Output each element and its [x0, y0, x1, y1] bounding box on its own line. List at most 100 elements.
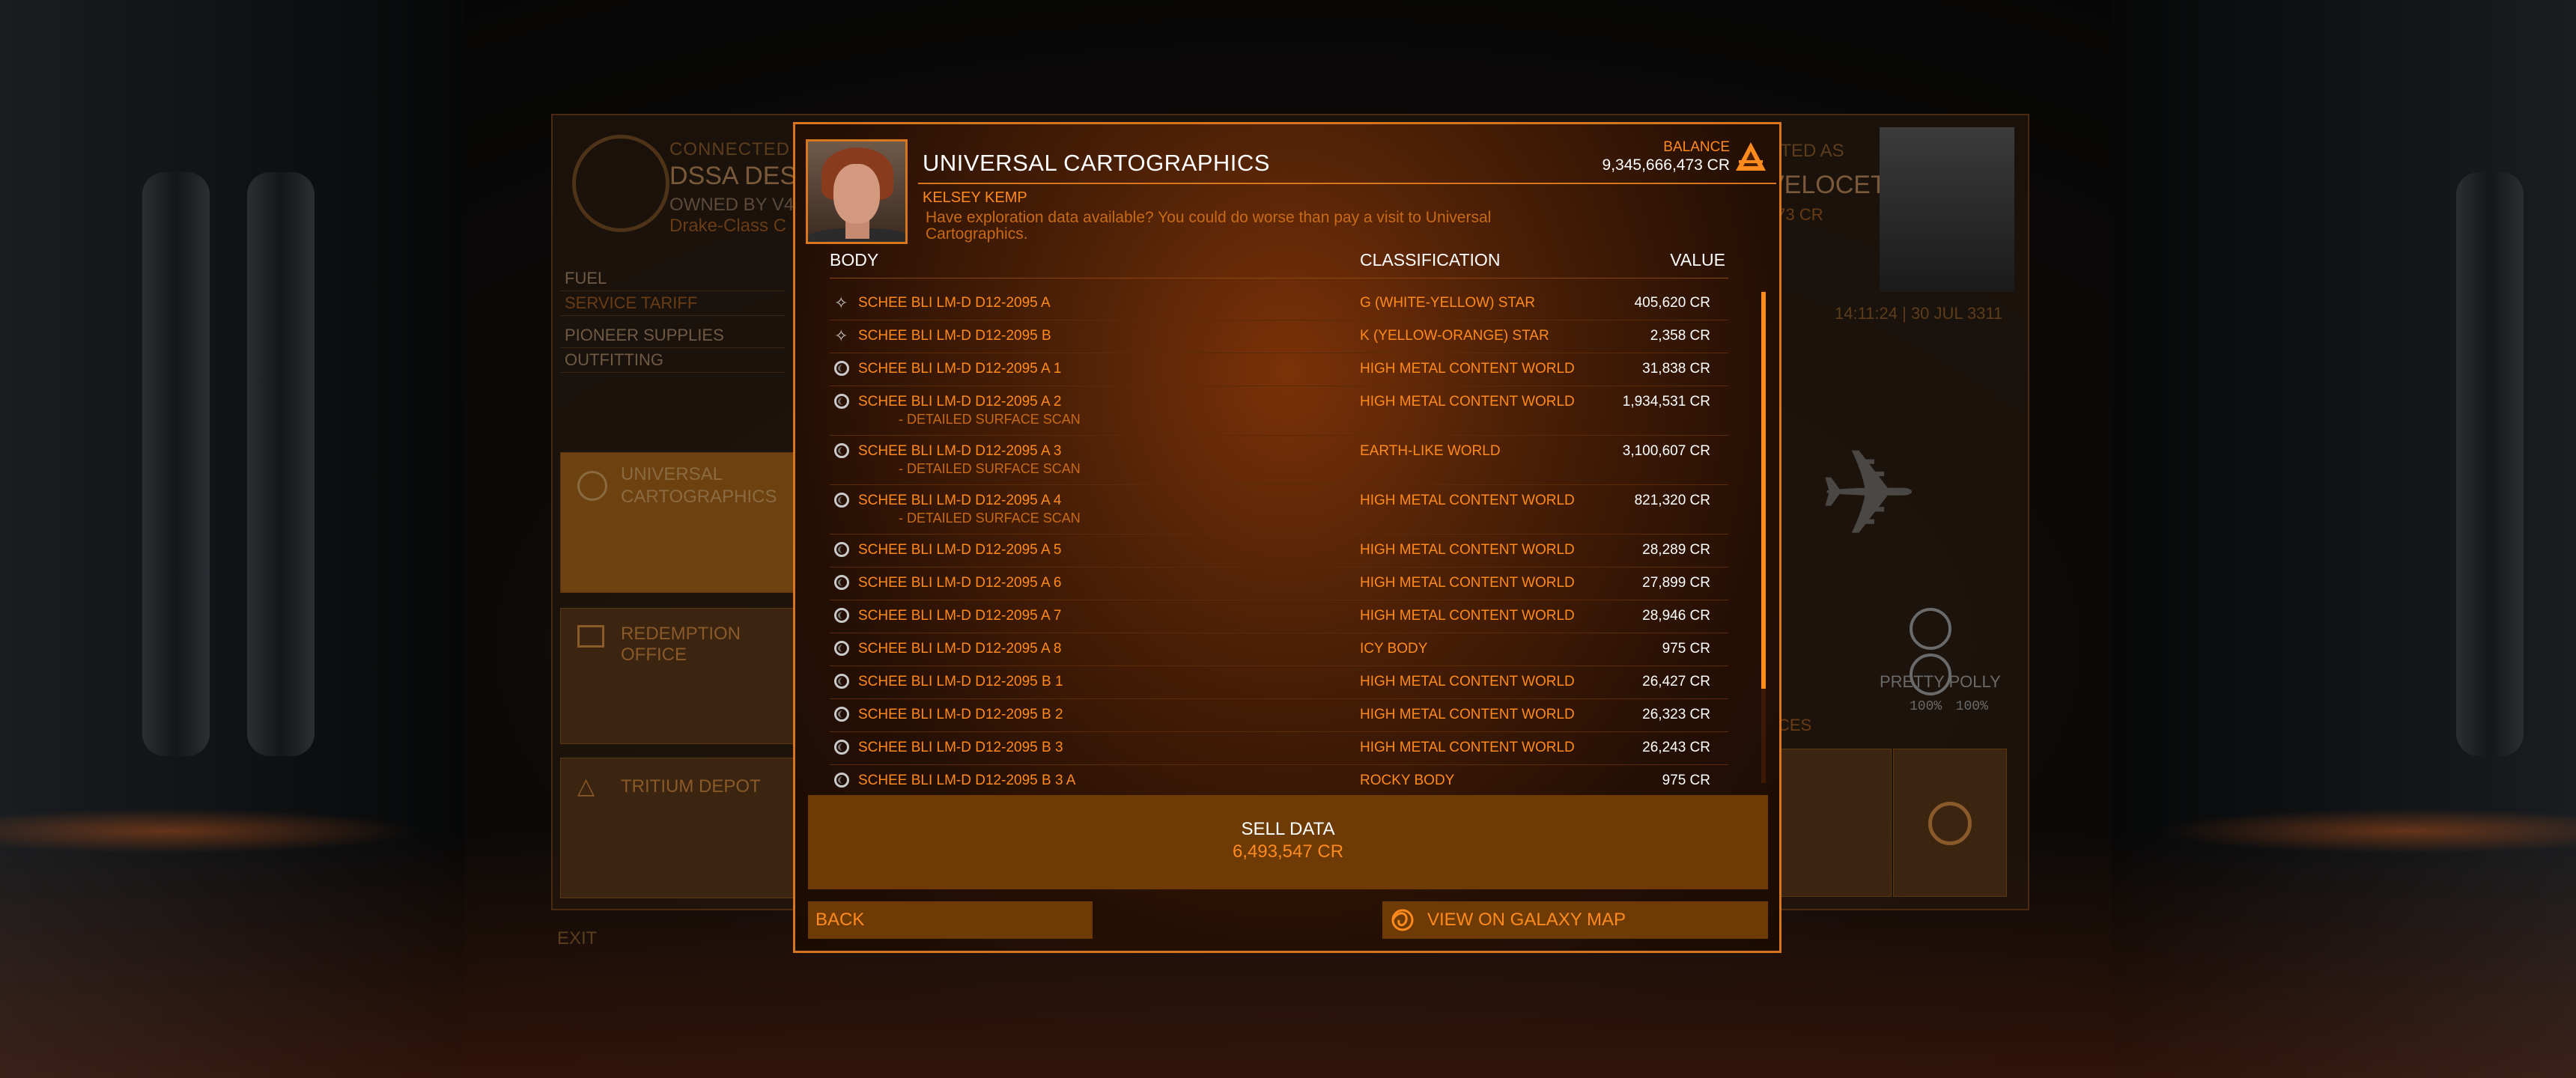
- sell-data-value: 6,493,547 CR: [1232, 841, 1344, 862]
- sell-data-button[interactable]: SELL DATA 6,493,547 CR: [808, 795, 1768, 889]
- planet-icon: [834, 575, 851, 591]
- table-row[interactable]: SCHEE BLI LM-D D12-2095 B 3 HIGH METAL CO…: [830, 732, 1728, 765]
- ship-hologram-icon: ✈: [1817, 427, 1919, 561]
- table-row[interactable]: SCHEE BLI LM-D D12-2095 A 5 HIGH METAL CO…: [830, 535, 1728, 567]
- planet-icon: [834, 707, 851, 723]
- body-value: 821,320 CR: [1634, 493, 1710, 508]
- table-row[interactable]: ✧ SCHEE BLI LM-D D12-2095 A G (WHITE-YELLO…: [830, 287, 1728, 320]
- services-label: CES: [1778, 716, 1812, 734]
- body-value: 1,934,531 CR: [1622, 394, 1710, 409]
- commander-portrait: [1880, 127, 2014, 292]
- body-value: 975 CR: [1662, 773, 1710, 788]
- scan-detail: - DETAILED SURFACE SCAN: [899, 511, 1081, 526]
- commander-name: VELOCET: [1767, 171, 1886, 199]
- table-header: BODY CLASSIFICATION VALUE: [830, 250, 1743, 275]
- table-row[interactable]: SCHEE BLI LM-D D12-2095 B 2 HIGH METAL CO…: [830, 699, 1728, 732]
- body-classification: EARTH-LIKE WORLD: [1360, 443, 1501, 459]
- redemption-icon: [577, 625, 604, 648]
- card-universal-cartographics[interactable]: UNIVERSAL CARTOGRAPHICS: [560, 452, 801, 593]
- body-value: 2,358 CR: [1650, 328, 1710, 344]
- table-row[interactable]: SCHEE BLI LM-D D12-2095 A 2 - DETAILED SU…: [830, 386, 1728, 436]
- body-name: SCHEE BLI LM-D D12-2095 A 2: [858, 394, 1062, 409]
- body-name: SCHEE BLI LM-D D12-2095 A 1: [858, 361, 1062, 377]
- fuel-percent: 100%: [1910, 699, 1942, 714]
- column-header-classification: CLASSIFICATION: [1360, 250, 1501, 270]
- menu-item-service-tariff[interactable]: SERVICE TARIFF: [560, 291, 785, 316]
- table-row[interactable]: SCHEE BLI LM-D D12-2095 A 6 HIGH METAL CO…: [830, 567, 1728, 600]
- table-row[interactable]: SCHEE BLI LM-D D12-2095 B 3 A ROCKY BODY 9…: [830, 765, 1728, 798]
- planet-icon: [834, 542, 851, 558]
- table-row[interactable]: SCHEE BLI LM-D D12-2095 B 1 HIGH METAL CO…: [830, 666, 1728, 699]
- body-value: 26,323 CR: [1642, 707, 1710, 722]
- scrollbar-thumb[interactable]: [1761, 292, 1766, 689]
- body-classification: ICY BODY: [1360, 641, 1428, 657]
- back-button[interactable]: BACK: [808, 901, 1093, 939]
- body-classification: HIGH METAL CONTENT WORLD: [1360, 575, 1575, 591]
- table-row[interactable]: SCHEE BLI LM-D D12-2095 A 1 HIGH METAL CO…: [830, 353, 1728, 386]
- planet-icon: [834, 608, 851, 624]
- body-name: SCHEE BLI LM-D D12-2095 A: [858, 295, 1051, 311]
- body-classification: HIGH METAL CONTENT WORLD: [1360, 394, 1575, 409]
- body-name: SCHEE BLI LM-D D12-2095 B 2: [858, 707, 1063, 722]
- exit-button[interactable]: EXIT: [557, 928, 597, 949]
- body-classification: HIGH METAL CONTENT WORLD: [1360, 740, 1575, 755]
- column-header-value: VALUE: [1670, 250, 1725, 270]
- service-repair-tile[interactable]: [1778, 749, 1892, 897]
- table-row[interactable]: ✧ SCHEE BLI LM-D D12-2095 B K (YELLOW-ORAN…: [830, 320, 1728, 353]
- ship-services: [1778, 749, 2017, 898]
- body-classification: HIGH METAL CONTENT WORLD: [1360, 542, 1575, 558]
- body-classification: HIGH METAL CONTENT WORLD: [1360, 361, 1575, 377]
- body-value: 26,243 CR: [1642, 740, 1710, 755]
- view-galaxy-map-button[interactable]: VIEW ON GALAXY MAP: [1382, 901, 1768, 939]
- cockpit-pillar: [247, 172, 315, 756]
- body-classification: G (WHITE-YELLOW) STAR: [1360, 295, 1535, 311]
- balance-label: BALANCE: [1663, 139, 1730, 155]
- body-name: SCHEE BLI LM-D D12-2095 A 3: [858, 443, 1062, 459]
- body-value: 975 CR: [1662, 641, 1710, 657]
- planet-icon: [834, 773, 851, 789]
- table-row[interactable]: SCHEE BLI LM-D D12-2095 A 8 ICY BODY 975 C…: [830, 633, 1728, 666]
- menu-item-pioneer-supplies[interactable]: PIONEER SUPPLIES: [560, 323, 785, 348]
- body-name: SCHEE BLI LM-D D12-2095 B: [858, 328, 1051, 344]
- body-value: 26,427 CR: [1642, 674, 1710, 689]
- body-name: SCHEE BLI LM-D D12-2095 A 6: [858, 575, 1062, 591]
- service-outfitting-tile[interactable]: [1893, 749, 2007, 897]
- planet-icon: [834, 641, 851, 657]
- cartographics-icon: [577, 471, 607, 501]
- menu-item-outfitting[interactable]: OUTFITTING: [560, 348, 785, 373]
- table-row[interactable]: SCHEE BLI LM-D D12-2095 A 4 - DETAILED SU…: [830, 485, 1728, 535]
- galaxy-map-label: VIEW ON GALAXY MAP: [1427, 910, 1626, 930]
- balance-value: 9,345,666,473 CR: [1602, 156, 1730, 174]
- station-logo-icon: [572, 135, 669, 232]
- tritium-icon: △: [577, 774, 595, 799]
- table-row[interactable]: SCHEE BLI LM-D D12-2095 A 7 HIGH METAL CO…: [830, 600, 1728, 633]
- body-classification: HIGH METAL CONTENT WORLD: [1360, 707, 1575, 722]
- cockpit-pillar: [2456, 172, 2524, 756]
- scan-detail: - DETAILED SURFACE SCAN: [899, 412, 1081, 427]
- planet-icon: [834, 443, 851, 460]
- ship-name: PRETTY POLLY: [1880, 672, 2001, 691]
- station-menu: FUEL SERVICE TARIFF PIONEER SUPPLIES OUT…: [560, 267, 785, 373]
- title-divider: [918, 183, 1776, 184]
- card-redemption-office[interactable]: REDEMPTION OFFICE: [560, 608, 801, 744]
- body-name: SCHEE BLI LM-D D12-2095 B 1: [858, 674, 1063, 689]
- star-icon: ✧: [834, 326, 848, 345]
- cockpit-pillar: [142, 172, 210, 756]
- npc-portrait: [806, 139, 908, 244]
- table-scrollbar[interactable]: [1761, 290, 1766, 783]
- body-name: SCHEE BLI LM-D D12-2095 B 3: [858, 740, 1063, 755]
- galaxy-map-icon: [1391, 909, 1414, 931]
- card-tritium-depot[interactable]: △ TRITIUM DEPOT: [560, 758, 801, 898]
- table-row[interactable]: SCHEE BLI LM-D D12-2095 A 3 - DETAILED SU…: [830, 436, 1728, 485]
- npc-message: Have exploration data available? You cou…: [926, 209, 1492, 243]
- body-value: 27,899 CR: [1642, 575, 1710, 591]
- station-owner: OWNED BY V4: [669, 195, 795, 215]
- planet-icon: [834, 740, 851, 756]
- body-name: SCHEE BLI LM-D D12-2095 A 4: [858, 493, 1062, 508]
- card-label: UNIVERSAL CARTOGRAPHICS: [621, 464, 777, 507]
- menu-item-fuel[interactable]: FUEL: [560, 267, 785, 291]
- hexagon-icon: [1928, 802, 1972, 845]
- body-classification: ROCKY BODY: [1360, 773, 1455, 788]
- scan-detail: - DETAILED SURFACE SCAN: [899, 461, 1081, 476]
- body-classification: HIGH METAL CONTENT WORLD: [1360, 608, 1575, 624]
